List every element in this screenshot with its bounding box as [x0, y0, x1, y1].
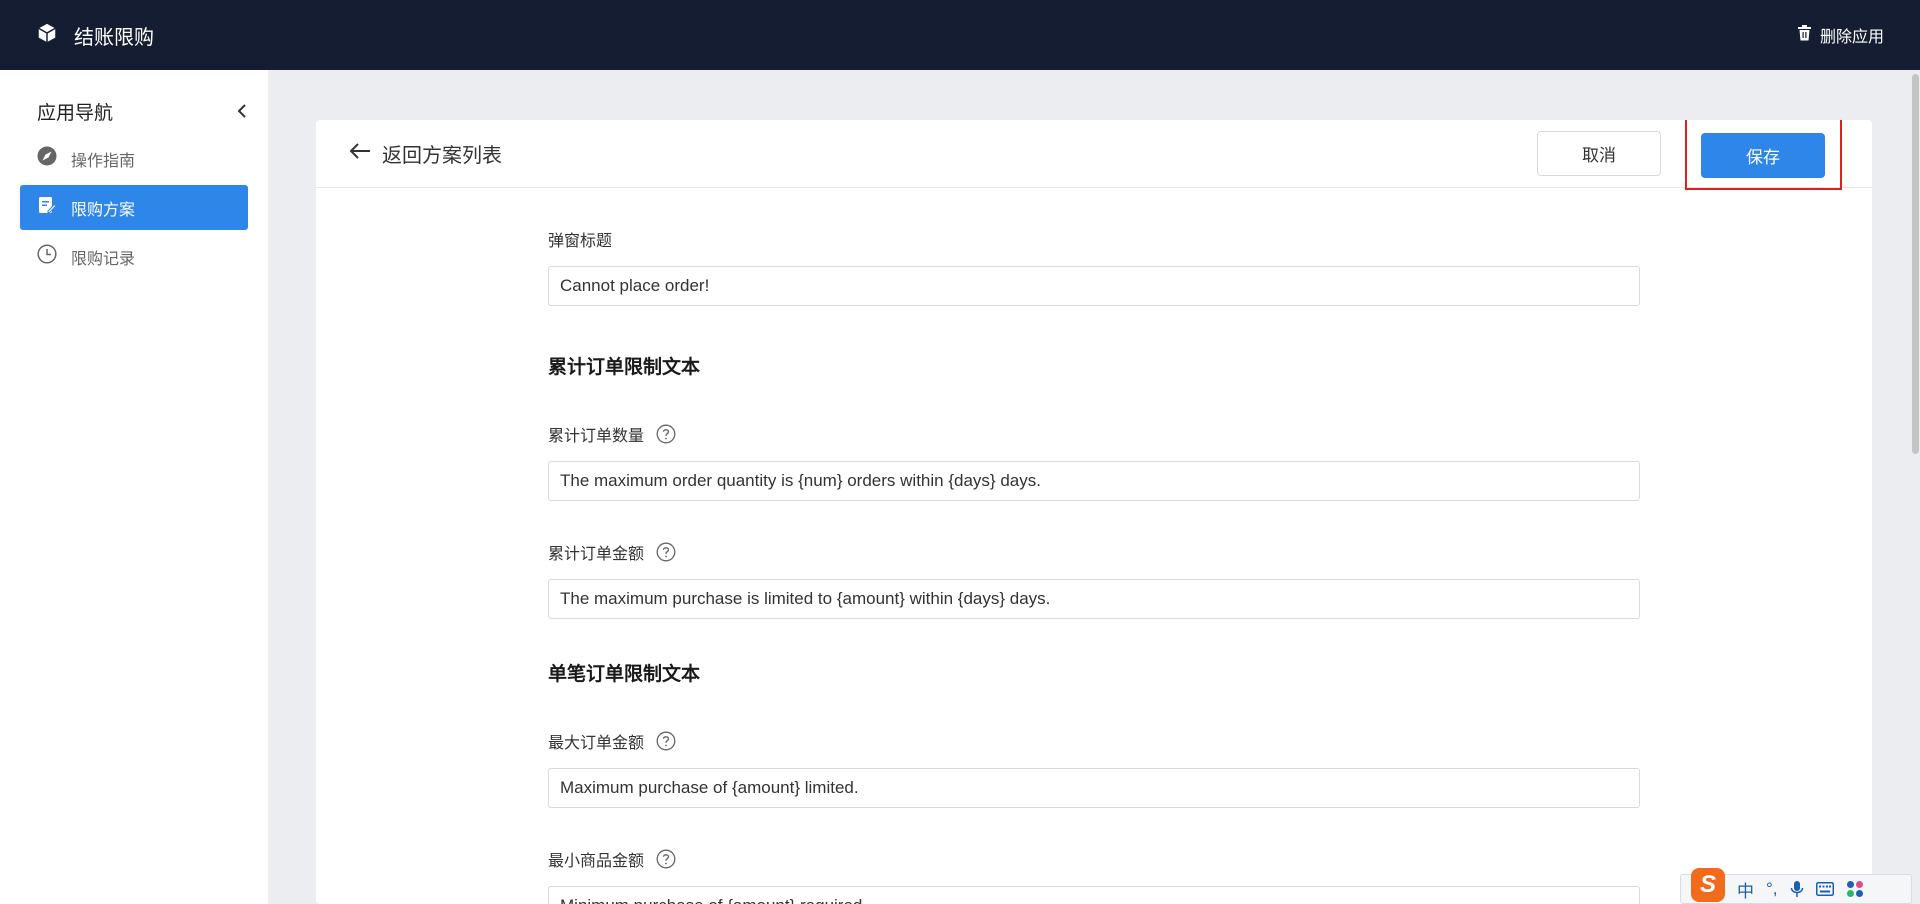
sidebar-item-records[interactable]: 限购记录 — [20, 234, 248, 279]
cube-icon — [36, 22, 58, 49]
field-label: 最小商品金额 — [548, 848, 1640, 870]
compass-icon — [37, 146, 57, 171]
max-order-amount-label: 最大订单金额 — [548, 735, 645, 752]
brand: 结账限购 — [36, 21, 154, 50]
question-circle-icon[interactable] — [656, 849, 676, 869]
field-label: 累计订单数量 — [548, 423, 1640, 445]
sidebar-item-label: 限购方案 — [71, 201, 136, 219]
chevron-left-icon[interactable] — [236, 103, 248, 119]
field-label: 最大订单金额 — [548, 730, 1640, 752]
top-bar: 结账限购 删除应用 — [0, 0, 1920, 70]
sidebar-nav: 操作指南 限购方案 限购记录 — [0, 136, 268, 279]
cancel-button[interactable]: 取消 — [1537, 131, 1661, 176]
ime-punctuation-toggle[interactable]: °, — [1766, 879, 1778, 899]
popup-title-input[interactable] — [548, 266, 1640, 306]
plan-form: 弹窗标题 累计订单限制文本 累计订单数量 累计订单金额 单笔订单限 — [316, 188, 1640, 904]
microphone-icon[interactable] — [1790, 880, 1804, 898]
cumulative-amount-input[interactable] — [548, 579, 1640, 619]
section-cumulative-title: 累计订单限制文本 — [548, 357, 701, 378]
cumulative-quantity-field: 累计订单数量 — [548, 423, 1640, 501]
popup-title-field: 弹窗标题 — [548, 228, 1640, 306]
sidebar-item-plans[interactable]: 限购方案 — [20, 185, 248, 230]
sidebar-title: 应用导航 — [37, 102, 114, 124]
max-order-amount-input[interactable] — [548, 768, 1640, 808]
save-button-highlight: 保存 — [1685, 120, 1842, 190]
max-order-amount-field: 最大订单金额 — [548, 730, 1640, 808]
trash-icon — [1797, 24, 1812, 46]
sogou-logo-icon[interactable]: S — [1691, 868, 1725, 902]
sidebar: 应用导航 操作指南 限购方案 限购记录 — [0, 70, 268, 904]
sidebar-header: 应用导航 — [0, 70, 268, 128]
cumulative-quantity-label: 累计订单数量 — [548, 428, 645, 445]
apps-grid-icon[interactable] — [1846, 880, 1864, 898]
back-to-plan-list-link[interactable]: 返回方案列表 — [348, 139, 502, 168]
min-product-amount-label: 最小商品金额 — [548, 853, 645, 870]
popup-title-label: 弹窗标题 — [548, 233, 613, 250]
save-button[interactable]: 保存 — [1701, 133, 1825, 178]
section-single-title: 单笔订单限制文本 — [548, 664, 701, 685]
plan-editor-card: 返回方案列表 取消 保存 弹窗标题 累计订单限制文本 累计订单数量 — [316, 120, 1872, 904]
cumulative-amount-field: 累计订单金额 — [548, 541, 1640, 619]
question-circle-icon[interactable] — [656, 731, 676, 751]
question-circle-icon[interactable] — [656, 424, 676, 444]
clock-icon — [37, 244, 57, 269]
keyboard-icon[interactable] — [1815, 882, 1834, 896]
sidebar-item-label: 限购记录 — [71, 250, 136, 268]
ime-mode-toggle[interactable]: 中 — [1737, 877, 1754, 902]
back-label: 返回方案列表 — [382, 145, 502, 167]
field-label: 弹窗标题 — [548, 228, 1640, 250]
arrow-left-icon — [348, 141, 372, 167]
header-actions: 取消 保存 — [1537, 120, 1842, 190]
min-product-amount-field: 最小商品金额 — [548, 848, 1640, 904]
cumulative-quantity-input[interactable] — [548, 461, 1640, 501]
delete-app-label: 删除应用 — [1819, 29, 1884, 46]
min-product-amount-input[interactable] — [548, 886, 1640, 904]
app-title: 结账限购 — [74, 26, 154, 49]
scrollbar-thumb[interactable] — [1912, 74, 1919, 454]
sidebar-item-label: 操作指南 — [71, 152, 136, 170]
cumulative-amount-label: 累计订单金额 — [548, 546, 645, 563]
delete-app-button[interactable]: 删除应用 — [1797, 23, 1884, 47]
question-circle-icon[interactable] — [656, 542, 676, 562]
ime-toolbar: S 中 °, — [1680, 868, 1912, 904]
card-header: 返回方案列表 取消 保存 — [316, 120, 1872, 190]
edit-document-icon — [37, 195, 57, 220]
field-label: 累计订单金额 — [548, 541, 1640, 563]
sidebar-item-guide[interactable]: 操作指南 — [20, 136, 248, 181]
